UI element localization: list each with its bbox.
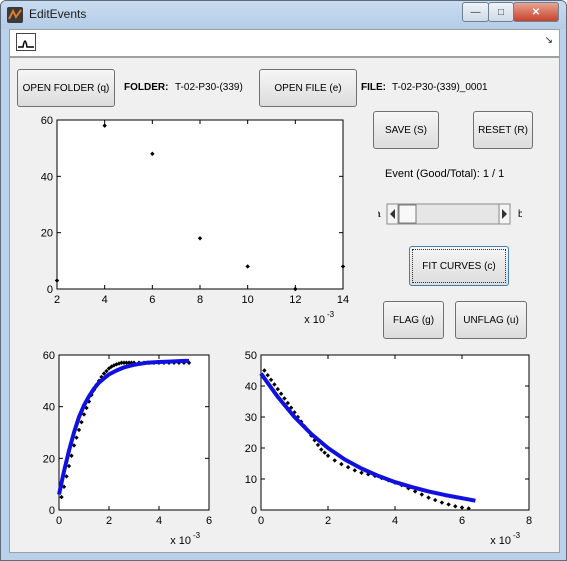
bottom-right-decay-chart: 0 2 4 6 8 0 10 20 30 40 50 x 10 -3 <box>245 350 532 547</box>
x-tick-label: 2 <box>325 515 331 527</box>
open-file-button[interactable]: OPEN FILE (e) <box>259 69 357 107</box>
x-tick-label: 14 <box>337 294 349 306</box>
y-tick-label: 50 <box>245 350 257 362</box>
y-tick-label: 20 <box>43 453 55 465</box>
y-tick-label: 20 <box>41 228 53 240</box>
x-tick-label: 6 <box>459 515 465 527</box>
x-tick-label: 10 <box>242 294 254 306</box>
figure-client-area: OPEN FOLDER (q) FOLDER: T-02-P30-(339) O… <box>9 57 560 553</box>
axes-box <box>56 119 344 290</box>
x-exponent-power: -3 <box>513 531 521 540</box>
y-tick-label: 30 <box>245 412 257 424</box>
bottom-left-rise-chart: 0 2 4 60204060x 10 -3 <box>43 350 212 547</box>
y-tick-label: 40 <box>43 402 55 414</box>
toolbar-overflow-icon[interactable]: ↘ <box>545 35 553 46</box>
slider-label-a: a <box>378 209 381 220</box>
slider-thumb[interactable] <box>398 204 417 224</box>
x-exponent-power: -3 <box>327 310 335 319</box>
axes-box <box>260 354 530 511</box>
title-bar: EditEvents — □ ✕ <box>1 1 566 29</box>
y-tick-label: 0 <box>49 505 55 517</box>
x-exponent-label: x 10 <box>490 535 511 547</box>
x-tick-label: 2 <box>54 294 60 306</box>
x-tick-label: 4 <box>102 294 108 306</box>
y-tick-label: 40 <box>245 381 257 393</box>
top-scatter-chart: 2 4 6 8 10 12 14 0 20 40 60 x 10 -3 <box>41 115 349 326</box>
fit-curves-button[interactable]: FIT CURVES (c) <box>409 246 509 286</box>
file-value: T-02-P30-(339)_0001 <box>392 82 488 93</box>
x-exponent-power: -3 <box>193 531 201 540</box>
x-tick-label: 12 <box>289 294 301 306</box>
window-title: EditEvents <box>29 7 87 21</box>
x-tick-label: 8 <box>526 515 532 527</box>
x-tick-label: 6 <box>206 515 212 527</box>
x-exponent-label: x 10 <box>170 535 191 547</box>
minimize-button[interactable]: — <box>462 2 489 22</box>
y-tick-label: 10 <box>245 474 257 486</box>
x-tick-label: 4 <box>156 515 162 527</box>
maximize-button[interactable]: □ <box>488 2 514 22</box>
y-tick-label: 60 <box>41 115 53 127</box>
x-tick-label: 8 <box>197 294 203 306</box>
y-tick-label: 40 <box>41 171 53 183</box>
figure-toolbar: ↘ <box>9 29 560 57</box>
flag-button[interactable]: FLAG (g) <box>383 301 444 339</box>
waveform-icon[interactable] <box>16 33 36 51</box>
save-button[interactable]: SAVE (S) <box>373 111 439 149</box>
matlab-app-icon <box>7 7 23 23</box>
x-tick-label: 0 <box>258 515 264 527</box>
open-folder-button[interactable]: OPEN FOLDER (q) <box>17 69 115 107</box>
file-label: FILE: <box>361 82 386 93</box>
event-slider[interactable]: a b <box>378 198 522 230</box>
event-counter: Event (Good/Total): 1 / 1 <box>385 168 505 180</box>
x-tick-label: 2 <box>106 515 112 527</box>
close-button[interactable]: ✕ <box>513 2 559 22</box>
y-tick-label: 0 <box>251 505 257 517</box>
folder-label: FOLDER: <box>124 82 169 93</box>
reset-button[interactable]: RESET (R) <box>473 111 533 149</box>
x-tick-label: 0 <box>56 515 62 527</box>
axes-box <box>58 354 210 511</box>
x-tick-label: 4 <box>392 515 398 527</box>
matlab-figure-window: EditEvents — □ ✕ ↘ OPEN FOLDER (q) FOLDE… <box>0 0 567 561</box>
unflag-button[interactable]: UNFLAG (u) <box>455 301 527 339</box>
y-tick-label: 60 <box>43 350 55 362</box>
y-tick-label: 0 <box>47 284 53 296</box>
x-exponent-label: x 10 <box>304 314 325 326</box>
slider-label-b: b <box>518 209 522 220</box>
x-tick-label: 6 <box>149 294 155 306</box>
y-tick-label: 20 <box>245 443 257 455</box>
folder-value: T-02-P30-(339) <box>175 82 243 93</box>
